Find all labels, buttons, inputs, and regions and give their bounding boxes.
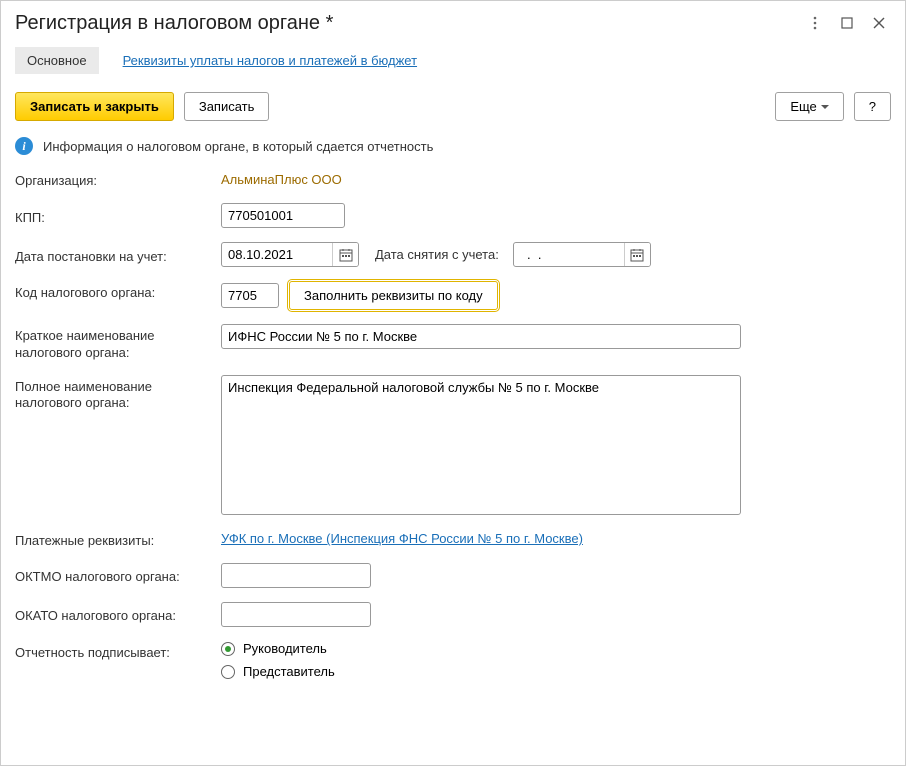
row-payment: Платежные реквизиты: УФК по г. Москве (И… xyxy=(15,529,891,549)
label-okato: ОКАТО налогового органа: xyxy=(15,604,215,624)
radio-icon xyxy=(221,665,235,679)
label-dereg-date: Дата снятия с учета: xyxy=(369,247,503,262)
reg-date-input[interactable] xyxy=(222,243,332,266)
row-oktmo: ОКТМО налогового органа: xyxy=(15,563,891,588)
fill-by-code-button[interactable]: Заполнить реквизиты по коду xyxy=(289,281,498,310)
row-tax-code: Код налогового органа: Заполнить реквизи… xyxy=(15,281,891,310)
label-signer: Отчетность подписывает: xyxy=(15,641,215,661)
info-text: Информация о налоговом органе, в который… xyxy=(43,139,433,154)
tab-requisites[interactable]: Реквизиты уплаты налогов и платежей в бю… xyxy=(111,47,429,74)
full-name-textarea[interactable]: Инспекция Федеральной налоговой службы №… xyxy=(221,375,741,515)
tab-main[interactable]: Основное xyxy=(15,47,99,74)
calendar-icon[interactable] xyxy=(332,243,358,266)
value-organization: АльминаПлюс ООО xyxy=(221,172,342,187)
label-tax-code: Код налогового органа: xyxy=(15,281,215,301)
radio-head-label: Руководитель xyxy=(243,641,327,656)
window-title: Регистрация в налоговом органе * xyxy=(15,12,795,35)
oktmo-input[interactable] xyxy=(221,563,371,588)
label-kpp: КПП: xyxy=(15,206,215,226)
short-name-input[interactable] xyxy=(221,324,741,349)
label-organization: Организация: xyxy=(15,169,215,189)
help-button[interactable]: ? xyxy=(854,92,891,121)
row-short-name: Краткое наименование налогового органа: xyxy=(15,324,891,361)
tabs: Основное Реквизиты уплаты налогов и плат… xyxy=(1,39,905,74)
radio-head[interactable]: Руководитель xyxy=(221,641,335,656)
info-icon: i xyxy=(15,137,33,155)
form: Организация: АльминаПлюс ООО КПП: Дата п… xyxy=(1,169,905,679)
row-dates: Дата постановки на учет: Дата снятия с у… xyxy=(15,242,891,267)
label-oktmo: ОКТМО налогового органа: xyxy=(15,565,215,585)
okato-input[interactable] xyxy=(221,602,371,627)
label-payment: Платежные реквизиты: xyxy=(15,529,215,549)
more-label: Еще xyxy=(790,99,816,114)
dereg-date-input[interactable] xyxy=(514,243,624,266)
tax-code-input[interactable] xyxy=(221,283,279,308)
label-reg-date: Дата постановки на учет: xyxy=(15,245,215,265)
label-full-name: Полное наименование налогового органа: xyxy=(15,375,215,412)
toolbar: Записать и закрыть Записать Еще ? xyxy=(1,74,905,131)
reg-date-field xyxy=(221,242,359,267)
radio-representative[interactable]: Представитель xyxy=(221,664,335,679)
row-organization: Организация: АльминаПлюс ООО xyxy=(15,169,891,189)
payment-link[interactable]: УФК по г. Москве (Инспекция ФНС России №… xyxy=(221,531,583,546)
dereg-date-field xyxy=(513,242,651,267)
window: Регистрация в налоговом органе * Основно… xyxy=(0,0,906,766)
save-close-button[interactable]: Записать и закрыть xyxy=(15,92,174,121)
label-short-name: Краткое наименование налогового органа: xyxy=(15,324,215,361)
maximize-icon[interactable] xyxy=(835,11,859,35)
row-kpp: КПП: xyxy=(15,203,891,228)
save-button[interactable]: Записать xyxy=(184,92,270,121)
chevron-down-icon xyxy=(821,105,829,109)
close-icon[interactable] xyxy=(867,11,891,35)
row-okato: ОКАТО налогового органа: xyxy=(15,602,891,627)
more-button[interactable]: Еще xyxy=(775,92,843,121)
row-signer: Отчетность подписывает: Руководитель Пре… xyxy=(15,641,891,679)
titlebar: Регистрация в налоговом органе * xyxy=(1,1,905,39)
radio-representative-label: Представитель xyxy=(243,664,335,679)
kebab-menu-icon[interactable] xyxy=(803,11,827,35)
kpp-input[interactable] xyxy=(221,203,345,228)
signer-radio-group: Руководитель Представитель xyxy=(221,641,335,679)
row-full-name: Полное наименование налогового органа: И… xyxy=(15,375,891,515)
calendar-icon[interactable] xyxy=(624,243,650,266)
info-row: i Информация о налоговом органе, в котор… xyxy=(1,131,905,169)
radio-icon xyxy=(221,642,235,656)
